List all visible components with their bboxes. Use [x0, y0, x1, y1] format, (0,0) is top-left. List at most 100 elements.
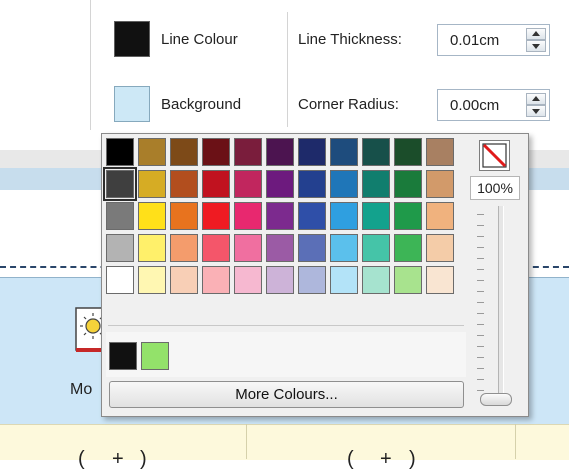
opacity-panel: 100% [470, 138, 524, 410]
colour-swatch[interactable] [298, 234, 326, 262]
slider-tick [477, 225, 484, 226]
palette-separator [108, 325, 464, 326]
colour-swatch[interactable] [298, 138, 326, 166]
spin-up-button[interactable] [526, 93, 546, 105]
line-colour-button[interactable] [114, 21, 150, 57]
colour-swatch[interactable] [298, 170, 326, 198]
line-colour-label: Line Colour [161, 31, 238, 48]
colour-swatch[interactable] [330, 234, 358, 262]
colour-swatch[interactable] [202, 266, 230, 294]
ribbon-toolbar [0, 0, 569, 150]
colour-swatch[interactable] [298, 202, 326, 230]
table-cell-text: ( [347, 448, 354, 470]
slider-tick [477, 390, 484, 391]
colour-swatch[interactable] [362, 202, 390, 230]
colour-swatch[interactable] [202, 170, 230, 198]
colour-swatch[interactable] [266, 202, 294, 230]
colour-swatch[interactable] [138, 266, 166, 294]
colour-swatch[interactable] [426, 266, 454, 294]
table-cell-text: ) [409, 448, 416, 470]
corner-radius-value[interactable]: 0.00cm [450, 97, 499, 114]
arrow-up-icon [532, 96, 540, 101]
ribbon-divider [287, 12, 288, 127]
slider-tick [477, 280, 484, 281]
colour-swatch[interactable] [202, 202, 230, 230]
colour-swatch[interactable] [170, 234, 198, 262]
colour-swatch[interactable] [394, 234, 422, 262]
slider-tick [477, 258, 484, 259]
colour-swatch[interactable] [106, 266, 134, 294]
colour-swatch[interactable] [266, 138, 294, 166]
colour-swatch[interactable] [106, 234, 134, 262]
opacity-slider-track[interactable] [498, 206, 504, 401]
colour-swatch[interactable] [266, 170, 294, 198]
colour-swatch[interactable] [138, 202, 166, 230]
slider-tick [477, 247, 484, 248]
colour-swatch[interactable] [298, 266, 326, 294]
table-row [0, 424, 569, 460]
arrow-down-icon [532, 109, 540, 114]
colour-swatch[interactable] [330, 266, 358, 294]
colour-swatch[interactable] [234, 138, 262, 166]
colour-swatch[interactable] [362, 234, 390, 262]
arrow-down-icon [532, 44, 540, 49]
recent-colour-swatch[interactable] [141, 342, 169, 370]
colour-swatch[interactable] [426, 170, 454, 198]
colour-swatch[interactable] [106, 202, 134, 230]
background-colour-button[interactable] [114, 86, 150, 122]
colour-swatch[interactable] [234, 202, 262, 230]
line-thickness-value[interactable]: 0.01cm [450, 32, 499, 49]
line-thickness-spinbox[interactable]: 0.01cm [437, 24, 550, 56]
recent-colour-swatch[interactable] [109, 342, 137, 370]
colour-swatch[interactable] [266, 234, 294, 262]
spin-down-button[interactable] [526, 40, 546, 52]
colour-swatch[interactable] [426, 138, 454, 166]
colour-swatch[interactable] [394, 138, 422, 166]
item-label: Mo [70, 381, 93, 398]
slider-tick [477, 302, 484, 303]
colour-swatch[interactable] [106, 138, 134, 166]
corner-radius-label: Corner Radius: [298, 96, 399, 113]
colour-swatch[interactable] [394, 202, 422, 230]
colour-swatch[interactable] [330, 170, 358, 198]
colour-swatch[interactable] [330, 202, 358, 230]
colour-swatch[interactable] [138, 234, 166, 262]
table-cell-text: + [112, 448, 124, 470]
colour-swatch[interactable] [234, 170, 262, 198]
colour-swatch[interactable] [202, 234, 230, 262]
colour-swatch[interactable] [330, 138, 358, 166]
colour-swatch[interactable] [138, 138, 166, 166]
spin-up-button[interactable] [526, 28, 546, 40]
no-colour-button[interactable] [479, 140, 510, 171]
colour-swatch[interactable] [170, 170, 198, 198]
colour-swatch[interactable] [426, 202, 454, 230]
opacity-value[interactable]: 100% [470, 176, 520, 200]
spin-down-button[interactable] [526, 105, 546, 117]
colour-swatch[interactable] [362, 138, 390, 166]
colour-swatch[interactable] [234, 266, 262, 294]
colour-swatch[interactable] [170, 266, 198, 294]
corner-radius-spinbox[interactable]: 0.00cm [437, 89, 550, 121]
colour-swatch[interactable] [426, 234, 454, 262]
colour-swatch[interactable] [202, 138, 230, 166]
colour-swatch[interactable] [234, 234, 262, 262]
colour-swatch[interactable] [170, 138, 198, 166]
colour-picker-popup: More Colours... 100% [101, 133, 529, 417]
slider-tick [477, 379, 484, 380]
colour-swatch[interactable] [170, 202, 198, 230]
colour-swatch[interactable] [362, 266, 390, 294]
opacity-slider-thumb[interactable] [480, 393, 512, 406]
slider-tick [477, 346, 484, 347]
no-colour-icon [482, 143, 507, 168]
colour-swatch[interactable] [362, 170, 390, 198]
table-cell-text: ) [140, 448, 147, 470]
slider-tick [477, 368, 484, 369]
colour-swatch[interactable] [138, 170, 166, 198]
slider-tick [477, 335, 484, 336]
colour-swatch[interactable] [103, 167, 137, 201]
colour-swatch[interactable] [394, 266, 422, 294]
colour-swatch[interactable] [394, 170, 422, 198]
more-colours-button[interactable]: More Colours... [109, 381, 464, 408]
colour-swatch[interactable] [266, 266, 294, 294]
background-label: Background [161, 96, 242, 113]
